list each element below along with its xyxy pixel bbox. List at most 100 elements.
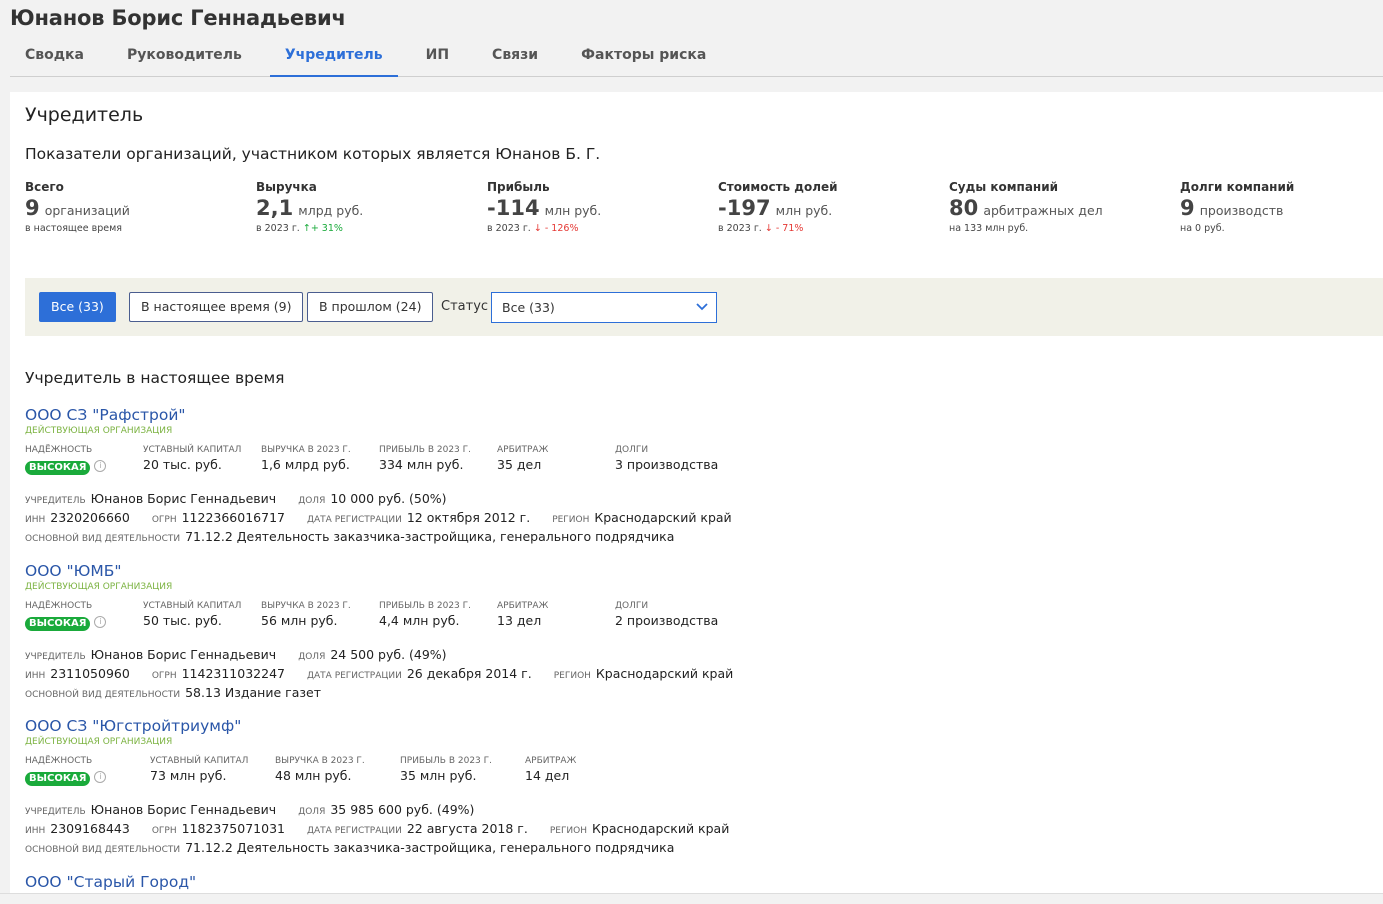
stat-label: Всего (25, 180, 64, 194)
ogrn-value: 1182375071031 (181, 821, 285, 836)
arrow-down-icon: ↓ (533, 223, 542, 234)
tab-connections[interactable]: Связи (477, 36, 553, 75)
metric-value: 14 дел (525, 768, 570, 783)
share-value: 24 500 руб. (49%) (330, 647, 447, 662)
stat-shares-value: Стоимость долей -197 млн руб. в 2023 г. … (718, 180, 938, 234)
org-card: ООО СЗ "Рафстрой" Действующая организаци… (25, 405, 1365, 544)
field-label: Дата регистрации (306, 515, 402, 525)
info-icon[interactable]: i (94, 615, 107, 628)
metric-value: 20 тыс. руб. (143, 457, 222, 472)
stat-sub: на 0 руб. (1180, 223, 1225, 234)
stat-sub: в 2023 г. (487, 223, 531, 234)
org-name-link[interactable]: ООО СЗ "Югстройтриумф" (25, 717, 241, 735)
section-subtitle: Показатели организаций, участником котор… (25, 145, 601, 163)
share-value: 10 000 руб. (50%) (330, 491, 447, 506)
section-heading: Учредитель (25, 104, 144, 126)
stat-value: 80 (949, 196, 979, 220)
org-status: Действующая организация (25, 426, 173, 436)
region-value: Краснодарский край (592, 821, 730, 836)
org-card: ООО "Старый Город" (25, 872, 1365, 891)
filter-current-button[interactable]: В настоящее время (9) (129, 292, 304, 322)
info-icon[interactable]: i (94, 459, 107, 472)
reg-date-value: 26 декабря 2014 г. (406, 666, 532, 681)
stat-value: 9 (25, 196, 40, 220)
status-select-value: Все (33) (502, 300, 555, 315)
stat-unit: млн руб. (775, 203, 833, 218)
stat-unit: организаций (44, 203, 130, 218)
bottom-bar (0, 893, 1383, 904)
tab-summary[interactable]: Сводка (10, 36, 99, 75)
metric-value: 48 млн руб. (275, 768, 352, 783)
metric-label: Выручка в 2023 г. (261, 445, 351, 455)
field-label: ОГРН (151, 826, 177, 836)
field-label: Дата регистрации (306, 671, 402, 681)
metric-label: Арбитраж (497, 601, 549, 611)
stat-value: 2,1 (256, 196, 294, 220)
tab-manager[interactable]: Руководитель (112, 36, 257, 75)
founder-value: Юнанов Борис Геннадьевич (90, 802, 277, 817)
metric-label: Долги (615, 445, 649, 455)
field-label: ИНН (25, 515, 46, 525)
stat-trend: + 31% (310, 223, 343, 234)
ogrn-value: 1122366016717 (181, 510, 285, 525)
field-label: Основной вид деятельности (25, 534, 181, 544)
org-name-link[interactable]: ООО "Старый Город" (25, 873, 196, 891)
reliability-badge: ВЫСОКАЯ (25, 772, 91, 786)
stat-label: Выручка (256, 180, 317, 194)
field-label: Основной вид деятельности (25, 690, 181, 700)
region-value: Краснодарский край (594, 510, 732, 525)
list-title: Учредитель в настоящее время (25, 369, 285, 387)
metric-label: Уставный капитал (143, 445, 242, 455)
org-name-link[interactable]: ООО "ЮМБ" (25, 562, 122, 580)
reg-date-value: 22 августа 2018 г. (406, 821, 528, 836)
tab-risk-factors[interactable]: Факторы риска (566, 36, 721, 75)
share-value: 35 985 600 руб. (49%) (330, 802, 475, 817)
field-label: Учредитель (25, 652, 86, 662)
stat-sub: на 133 млн руб. (949, 223, 1029, 234)
activity-value: 71.12.2 Деятельность заказчика-застройщи… (185, 840, 675, 855)
stat-value: 9 (1180, 196, 1195, 220)
inn-value: 2320206660 (50, 510, 130, 525)
metric-value: 1,6 млрд руб. (261, 457, 350, 472)
status-label: Статус (441, 299, 489, 314)
stat-unit: производств (1199, 203, 1284, 218)
tabs-bar: Сводка Руководитель Учредитель ИП Связи … (10, 36, 1383, 77)
metric-label: Выручка в 2023 г. (261, 601, 351, 611)
stat-unit: млн руб. (544, 203, 602, 218)
field-label: Регион (549, 826, 588, 836)
metric-label: Прибыль в 2023 г. (379, 601, 471, 611)
stat-label: Прибыль (487, 180, 550, 194)
org-card: ООО СЗ "Югстройтриумф" Действующая орган… (25, 716, 1365, 855)
stat-value: -197 (718, 196, 771, 220)
chevron-down-icon (696, 293, 708, 333)
org-name-link[interactable]: ООО СЗ "Рафстрой" (25, 406, 186, 424)
status-select[interactable]: Все (33) (491, 292, 717, 323)
field-label: ИНН (25, 826, 46, 836)
field-label: Регион (552, 515, 590, 525)
activity-value: 58.13 Издание газет (185, 685, 321, 700)
reliability-badge: ВЫСОКАЯ (25, 617, 91, 631)
filter-bar: Все (33) В настоящее время (9) В прошлом… (25, 278, 1383, 336)
reliability-badge: ВЫСОКАЯ (25, 461, 91, 475)
filter-past-button[interactable]: В прошлом (24) (307, 292, 434, 322)
inn-value: 2311050960 (50, 666, 130, 681)
info-icon[interactable]: i (94, 770, 107, 783)
tab-founder[interactable]: Учредитель (269, 36, 398, 77)
filter-all-button[interactable]: Все (33) (39, 292, 116, 322)
stat-debts: Долги компаний 9 производств на 0 руб. (1180, 180, 1383, 234)
field-label: Дата регистрации (306, 826, 402, 836)
stat-label: Долги компаний (1180, 180, 1295, 194)
metric-label: Надёжность (25, 445, 93, 455)
tab-ip[interactable]: ИП (411, 36, 464, 75)
org-status: Действующая организация (25, 582, 173, 592)
metric-label: Прибыль в 2023 г. (400, 756, 492, 766)
stat-label: Суды компаний (949, 180, 1059, 194)
metric-value: 334 млн руб. (379, 457, 464, 472)
arrow-down-icon: ↓ (764, 223, 773, 234)
field-label: ИНН (25, 671, 46, 681)
field-label: ОГРН (151, 671, 177, 681)
metric-label: Уставный капитал (143, 601, 242, 611)
metric-value: 50 тыс. руб. (143, 613, 222, 628)
field-label: Учредитель (25, 496, 86, 506)
region-value: Краснодарский край (595, 666, 734, 681)
